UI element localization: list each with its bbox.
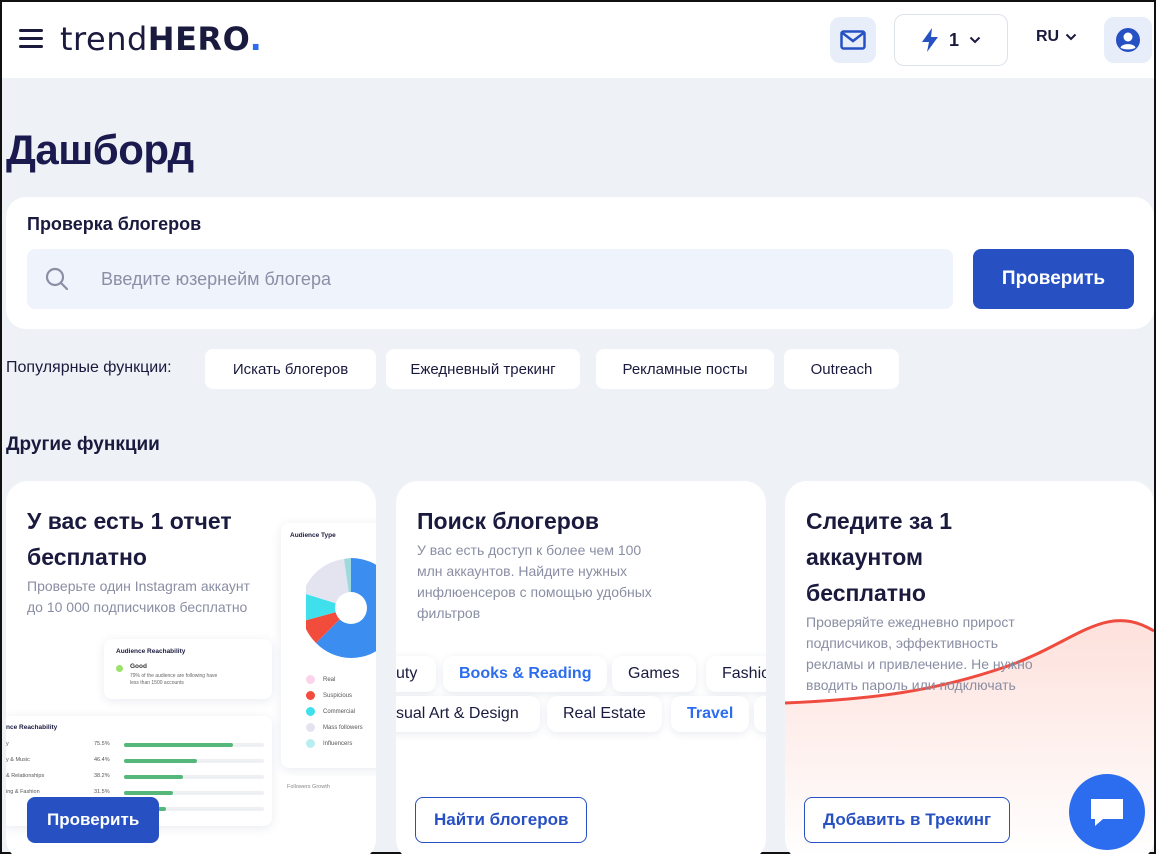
mail-icon [840, 30, 866, 50]
check-button[interactable]: Проверить [973, 249, 1134, 309]
reach-bar-track [124, 791, 264, 795]
logo[interactable]: trendHERO. [60, 20, 262, 58]
card-title-line: бесплатно [806, 580, 926, 606]
language-select[interactable]: RU [1036, 28, 1077, 46]
reach-pct: 38.2% [94, 773, 110, 779]
card-title-line: аккаунтом [806, 544, 924, 570]
lightning-icon [921, 28, 938, 52]
reach-bar [124, 791, 173, 795]
card-desc-line: подписчиков, эффективность [806, 635, 999, 651]
category-tag-visual-art[interactable]: sual Art & Design [396, 696, 540, 732]
search-box [27, 249, 953, 309]
credits-count: 1 [948, 29, 959, 50]
reachability-list-title: nce Reachability [6, 724, 58, 731]
reach-pct: 46.4% [94, 757, 110, 763]
card-desc-line: фильтров [417, 605, 481, 621]
card-title: Поиск блогеров [417, 508, 600, 534]
menu-icon[interactable] [19, 29, 43, 49]
reach-row: & Relationships [6, 773, 45, 779]
search-bloggers-card: Поиск блогеров У вас есть доступ к более… [396, 481, 766, 854]
blogger-check-title: Проверка блогеров [27, 214, 202, 234]
mail-button[interactable] [830, 17, 876, 63]
category-tag[interactable]: uty [396, 656, 436, 692]
blogger-check-card: Проверка блогеров Проверить [6, 197, 1154, 329]
reach-bar-track [124, 759, 264, 763]
followers-growth-mock: Followers Growth [281, 776, 376, 846]
card-description: Проверяйте ежедневно прирост подписчиков… [806, 612, 1033, 696]
audience-type-mock: Audience Type Real Suspicious Commercial… [281, 523, 376, 768]
card-description: У вас есть доступ к более чем 100 млн ак… [417, 540, 652, 624]
reach-bar-track [124, 775, 264, 779]
reachability-summary-mock: Audience Reachability Good 79% of the au… [104, 639, 272, 699]
reach-bar-track [124, 743, 264, 747]
credits-button[interactable]: 1 [894, 14, 1008, 66]
reach-pct: 31.5% [94, 789, 110, 795]
followers-growth-label: Followers Growth [287, 784, 330, 790]
card-desc-line: млн аккаунтов. Найдите нужных [417, 563, 628, 579]
reach-row: ing & Fashion [6, 789, 40, 795]
card-desc-line: Проверяйте ежедневно прирост [806, 614, 1015, 630]
audience-type-title: Audience Type [290, 532, 336, 539]
legend-suspicious: Suspicious [306, 691, 352, 700]
card-title-line: бесплатно [27, 544, 147, 570]
language-label: RU [1036, 28, 1060, 45]
card-title-line: У вас есть 1 отчет [27, 508, 232, 534]
category-tag-real-estate[interactable]: Real Estate [547, 696, 662, 732]
reach-pct: 75.5% [94, 741, 110, 747]
chat-support-button[interactable] [1069, 774, 1145, 850]
good-description: 79% of the audience are following have l… [130, 673, 218, 686]
legend-commercial: Commercial [306, 707, 355, 716]
free-report-card: У вас есть 1 отчет бесплатно Проверьте о… [6, 481, 376, 854]
category-tag-partial[interactable] [754, 696, 766, 732]
chip-ad-posts[interactable]: Рекламные посты [596, 349, 774, 389]
legend-influencers: Influencers [306, 739, 352, 748]
audience-donut-chart [306, 558, 376, 658]
card-title: У вас есть 1 отчет бесплатно [27, 503, 232, 575]
chip-daily-tracking[interactable]: Ежедневный трекинг [386, 349, 580, 389]
logo-text-bold: HERO [147, 20, 250, 58]
legend-real: Real [306, 675, 335, 684]
card-desc-line: Проверьте один Instagram аккаунт [27, 578, 250, 594]
card-desc-line: рекламы и привлечение. Не нужно [806, 656, 1033, 672]
category-tag-games[interactable]: Games [612, 656, 696, 692]
user-avatar-button[interactable] [1104, 17, 1152, 63]
reach-row: y [6, 741, 9, 747]
chevron-down-icon [969, 36, 981, 44]
legend-mass-followers: Mass followers [306, 723, 363, 732]
reach-bar [124, 775, 183, 779]
logo-text-light: trend [60, 20, 148, 58]
blogger-username-input[interactable] [101, 249, 941, 309]
chip-search-bloggers[interactable]: Искать блогеров [205, 349, 376, 389]
search-icon [45, 267, 69, 291]
good-status-dot [116, 665, 123, 672]
card-desc-line: до 10 000 подписчиков бесплатно [27, 599, 248, 615]
chat-icon [1091, 799, 1123, 826]
find-bloggers-button[interactable]: Найти блогеров [415, 797, 588, 843]
chevron-down-icon [1065, 33, 1077, 41]
page-title: Дашборд [6, 126, 194, 173]
free-report-check-button[interactable]: Проверить [27, 797, 160, 843]
card-desc-line: инфлюенсеров с помощью удобных [417, 584, 652, 600]
category-tag-travel[interactable]: Travel [671, 696, 750, 732]
card-description: Проверьте один Instagram аккаунт до 10 0… [27, 576, 250, 618]
reach-row: y & Music [6, 757, 30, 763]
other-functions-title: Другие функции [6, 434, 160, 455]
category-tag-fashion[interactable]: Fashio [706, 656, 766, 692]
popular-functions-label: Популярные функции: [6, 359, 172, 376]
category-tag-books-reading[interactable]: Books & Reading [443, 656, 608, 692]
card-desc-line: У вас есть доступ к более чем 100 [417, 542, 642, 558]
reach-bar [124, 759, 197, 763]
card-title: Следите за 1 аккаунтом бесплатно [806, 503, 952, 611]
card-title-line: Следите за 1 [806, 508, 952, 534]
reachability-title: Audience Reachability [116, 648, 186, 655]
reach-bar [124, 743, 234, 747]
user-icon [1116, 28, 1140, 52]
chip-outreach[interactable]: Outreach [784, 349, 899, 389]
top-header: trendHERO. 1 RU [2, 2, 1154, 78]
card-desc-line: вводить пароль или подключать [806, 677, 1016, 693]
add-to-tracking-button[interactable]: Добавить в Трекинг [804, 797, 1011, 843]
good-label: Good [130, 663, 147, 670]
logo-dot: . [249, 20, 263, 58]
